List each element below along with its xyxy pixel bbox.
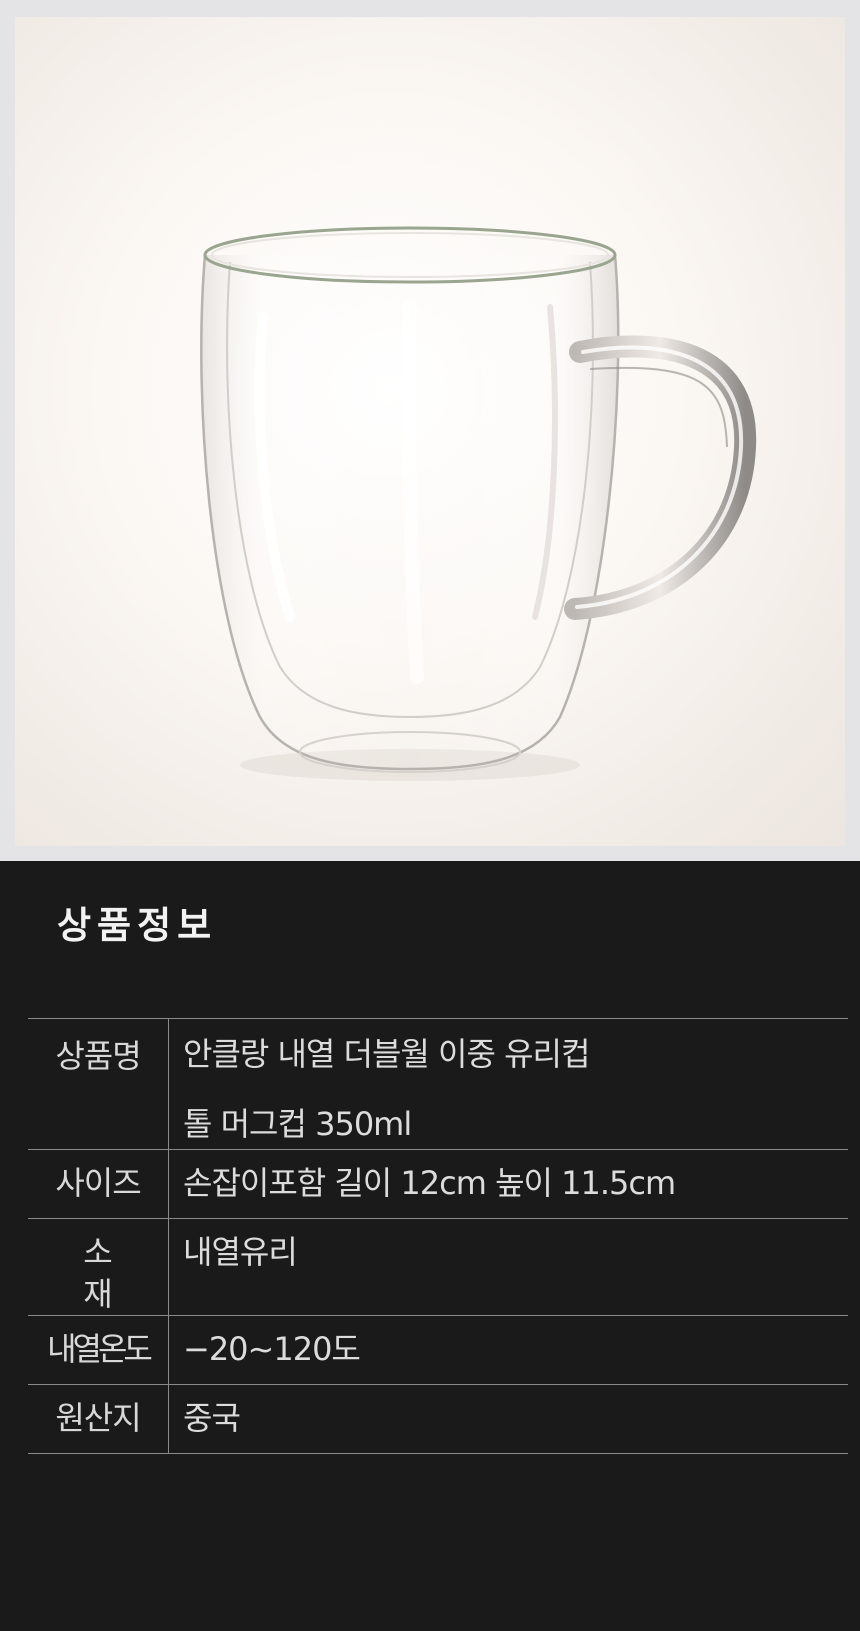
spec-label-heat-resistance: 내열온도 xyxy=(28,1315,169,1385)
spec-value-origin: 중국 xyxy=(183,1399,241,1437)
spec-label-product-name: 상품명 xyxy=(28,1018,169,1150)
spec-value-product-name: 안클랑 내열 더블월 이중 유리컵 톨 머그컵 350ml xyxy=(169,1019,849,1150)
spec-label-origin: 원산지 xyxy=(28,1384,169,1454)
glass-mug-illustration xyxy=(200,226,757,781)
product-photo-frame xyxy=(0,0,860,861)
spec-value-heat-resistance: −20~120도 xyxy=(183,1330,361,1368)
product-info-title: 상품정보 xyxy=(57,904,218,947)
spec-row-heat-resistance: 내열온도 −20~120도 xyxy=(28,1315,848,1385)
spec-label-material: 소 재 xyxy=(28,1218,169,1316)
product-info-section: 상품정보 상품명 안클랑 내열 더블월 이중 유리컵 톨 머그컵 350ml 사… xyxy=(0,861,860,1631)
spec-value-material: 내열유리 xyxy=(183,1233,298,1271)
spec-label-size: 사이즈 xyxy=(28,1149,169,1219)
spec-row-product-name: 상품명 안클랑 내열 더블월 이중 유리컵 톨 머그컵 350ml xyxy=(28,1018,849,1150)
product-name-line2: 톨 머그컵 350ml xyxy=(183,1105,412,1143)
spec-row-material: 소 재 내열유리 xyxy=(28,1218,848,1316)
spec-row-size: 사이즈 손잡이포함 길이 12cm 높이 11.5cm xyxy=(28,1149,848,1219)
product-spec-table: 상품명 안클랑 내열 더블월 이중 유리컵 톨 머그컵 350ml 사이즈 손잡… xyxy=(28,1018,848,1454)
product-name-line1: 안클랑 내열 더블월 이중 유리컵 xyxy=(183,1035,590,1073)
spec-row-origin: 원산지 중국 xyxy=(28,1384,848,1454)
spec-value-size: 손잡이포함 길이 12cm 높이 11.5cm xyxy=(183,1164,676,1202)
product-photo xyxy=(15,17,845,846)
